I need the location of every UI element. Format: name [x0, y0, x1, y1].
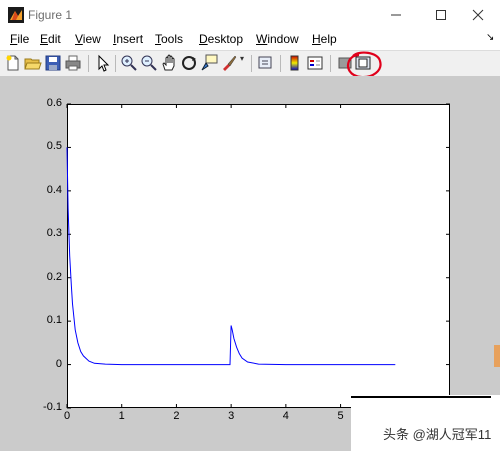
x-tick-label: 5: [337, 410, 344, 422]
y-tick-label: 0.3: [46, 227, 62, 240]
y-tick-label: 0.4: [46, 183, 62, 196]
y-tick-label: 0.1: [46, 314, 62, 327]
x-tick-label: 2: [173, 410, 180, 422]
x-tick-label: 1: [118, 410, 125, 422]
background-window-edge: [494, 345, 500, 367]
x-tick-label: 0: [63, 410, 71, 422]
y-tick-label: 0.5: [46, 140, 62, 153]
overlapping-window-edge: [351, 396, 491, 398]
y-tick-label: 0: [55, 357, 62, 370]
y-tick-label: 0.6: [46, 97, 62, 109]
y-tick-label: 0.2: [46, 270, 62, 283]
x-tick-label: 4: [282, 410, 289, 422]
plot-layer: [66, 103, 450, 409]
watermark-text: 头条 @湖人冠军11: [383, 427, 492, 442]
x-tick-label: 3: [228, 410, 235, 422]
series-line: [66, 147, 396, 366]
